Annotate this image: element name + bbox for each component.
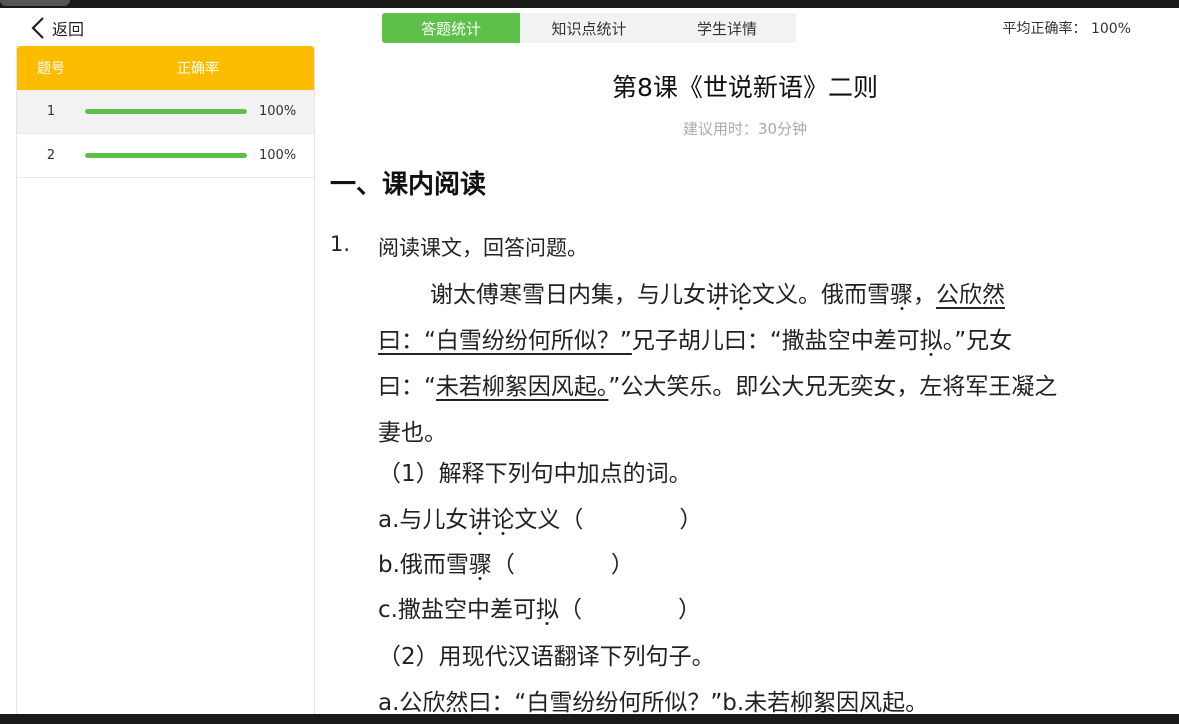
passage-text: ”公大笑乐。即公大兄无奕女，左将军王凝之 [608, 374, 1058, 400]
tab-bar: 答题统计 知识点统计 学生详情 [382, 13, 796, 43]
tab-student-details[interactable]: 学生详情 [658, 13, 796, 43]
question-number-label: 1. [330, 232, 351, 256]
dotted-char: 拟 [535, 597, 559, 623]
question-row[interactable]: 1 100% [17, 90, 314, 134]
section-heading: 一、课内阅读 [330, 170, 487, 200]
item-text: b.俄而雪 [378, 552, 469, 578]
dotted-char: 论 [729, 282, 752, 308]
dotted-char: 拟 [919, 328, 943, 354]
sub-question-1: （1）解释下列句中加点的词。 [378, 461, 692, 487]
item-text: ） [610, 552, 634, 578]
question-row[interactable]: 2 100% [17, 134, 314, 178]
item-text: c.撒盐空中差可 [378, 597, 536, 623]
passage-text: 曰：“ [378, 374, 436, 400]
status-bar-notch [0, 0, 70, 6]
average-accuracy: 平均正确率： 100% [1003, 18, 1131, 38]
navigation-bar [0, 714, 1179, 724]
passage-text: 兄子胡儿曰：“撒盐空中差可 [631, 328, 920, 354]
question-number: 1 [46, 104, 56, 119]
item-text: （ [491, 552, 515, 578]
underlined-text: 公欣然 [936, 282, 1005, 308]
item-text: 文义（ [514, 507, 584, 533]
dotted-char: 骤 [468, 552, 492, 578]
item-text: （ [558, 597, 582, 623]
tab-knowledge-stats[interactable]: 知识点统计 [520, 13, 658, 43]
accuracy-bar-fill [85, 109, 247, 114]
passage-text: 谢太傅寒雪日内集，与儿女 [430, 282, 706, 308]
chevron-left-icon [31, 17, 44, 39]
status-bar [0, 0, 1179, 8]
passage-text: ， [913, 282, 936, 308]
question-prompt: 阅读课文，回答问题。 [378, 236, 588, 260]
column-accuracy: 正确率 [177, 61, 219, 77]
translate-items: a.公欣然曰：“白雪纷纷何所似？”b.未若柳絮因风起。 [378, 690, 929, 716]
accuracy-value: 100% [259, 104, 297, 119]
item-text: a.与儿女 [378, 507, 469, 533]
sub-item-b: b.俄而雪骤（ ） [378, 545, 634, 579]
tab-answer-stats[interactable]: 答题统计 [382, 13, 520, 43]
accuracy-bar [85, 109, 247, 114]
dotted-char: 讲 [706, 282, 729, 308]
dotted-char: 论 [491, 507, 515, 533]
dotted-char: 讲 [468, 507, 492, 533]
column-question-number: 题号 [37, 61, 65, 77]
passage-text: 文义。俄而雪 [752, 282, 890, 308]
passage-text: 妻也。 [378, 420, 447, 446]
underlined-text: 曰：“白雪纷纷何所似？” [378, 328, 632, 354]
back-label: 返回 [52, 20, 85, 39]
sidebar-header: 题号 正确率 [17, 46, 314, 90]
average-accuracy-label: 平均正确率： [1002, 21, 1087, 37]
underlined-text: 未若柳絮因风起。 [435, 374, 609, 400]
passage-text: 。”兄女 [942, 328, 1013, 354]
dotted-char: 骤 [890, 282, 913, 308]
question-list-sidebar: 题号 正确率 1 100% 2 100% [16, 46, 315, 717]
accuracy-bar [85, 153, 247, 158]
suggested-time: 建议用时：30分钟 [682, 120, 808, 138]
sub-item-c: c.撒盐空中差可拟（ ） [378, 590, 701, 624]
question-number: 2 [46, 148, 56, 163]
accuracy-value: 100% [259, 148, 297, 163]
item-text: ） [679, 507, 703, 533]
sub-question-2: （2）用现代汉语翻译下列句子。 [378, 644, 715, 670]
item-text: ） [677, 597, 701, 623]
back-button[interactable]: 返回 [30, 14, 84, 42]
average-accuracy-value: 100% [1090, 21, 1131, 37]
sub-item-a: a.与儿女讲论文义（ ） [378, 500, 702, 534]
accuracy-bar-fill [85, 153, 247, 158]
lesson-title: 第8课《世说新语》二则 [612, 73, 878, 102]
reading-passage: 谢太傅寒雪日内集，与儿女讲论文义。俄而雪骤，公欣然曰：“白雪纷纷何所似？”兄子胡… [378, 272, 1158, 456]
